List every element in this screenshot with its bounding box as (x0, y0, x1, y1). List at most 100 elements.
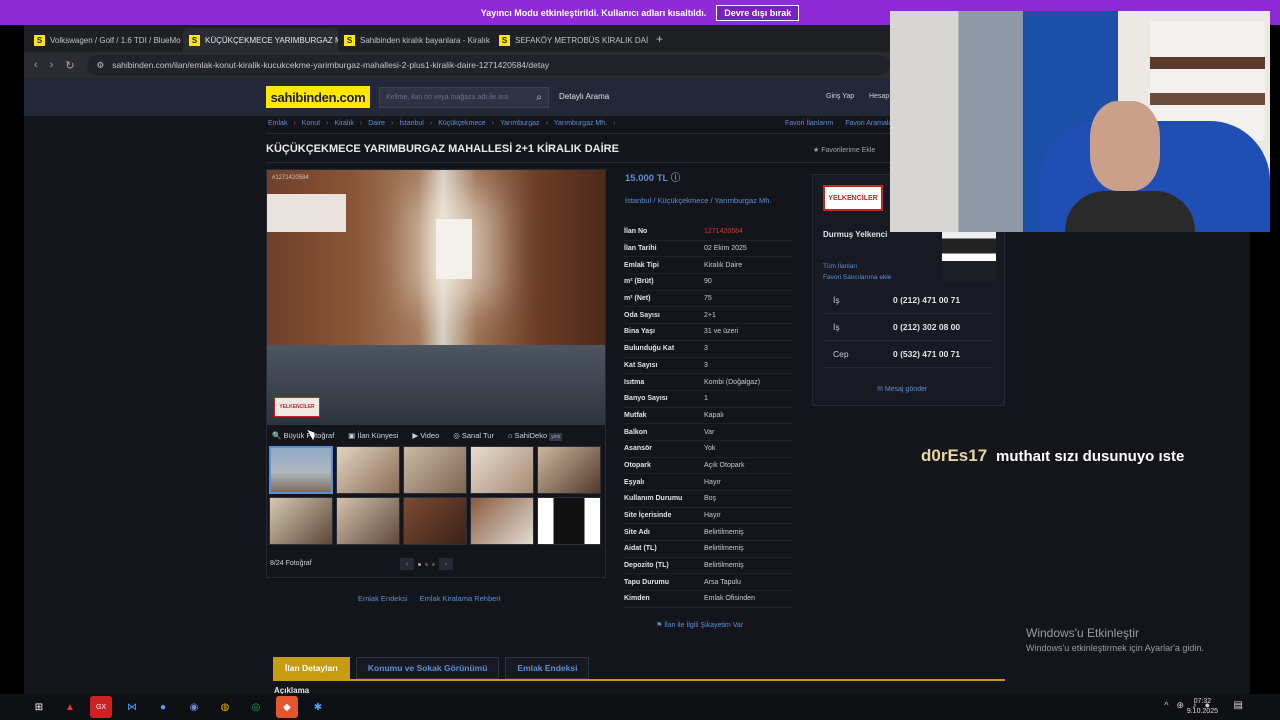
vscode-icon[interactable]: ⋈ (121, 696, 143, 718)
opera-gx-icon[interactable]: GX (90, 696, 112, 718)
discord-icon[interactable]: ◉ (183, 696, 205, 718)
photo-thumbnail[interactable] (537, 497, 601, 545)
send-message-link[interactable]: ✉ Mesaj gönder (877, 385, 927, 393)
info-icon[interactable]: ⓘ (671, 173, 681, 184)
new-tab-icon[interactable]: + (656, 32, 663, 46)
spec-row: Eşyalı Hayır (624, 474, 794, 491)
forward-icon[interactable]: › (50, 59, 54, 71)
photo-thumbnail[interactable] (403, 497, 467, 545)
page-dot[interactable] (425, 562, 428, 566)
breadcrumb-item[interactable]: Yarımburgaz (500, 120, 540, 127)
browser-tab-active[interactable]: SKÜÇÜKÇEKMECE YARIMBURGAZ M✕ (183, 28, 338, 52)
add-favorite-label: Favorilerime Ekle (821, 147, 876, 154)
favorite-searches-link[interactable]: Favori Aramalar (845, 120, 894, 127)
breadcrumb-item[interactable]: İstanbul (399, 120, 424, 127)
page-dot[interactable] (418, 562, 421, 566)
spec-value: Kapalı (704, 411, 724, 419)
login-link[interactable]: Giriş Yap (826, 93, 854, 100)
detailed-search-link[interactable]: Detaylı Arama (559, 92, 609, 101)
spec-row: m² (Net) 75 (624, 291, 794, 308)
chevron-up-icon[interactable]: ^ (1164, 700, 1168, 711)
spec-key: Site Adı (624, 528, 650, 536)
listing-info-button[interactable]: ▣ İlan Künyesi (348, 431, 398, 440)
photo-heater (266, 194, 346, 232)
browser-tab[interactable]: S Volkswagen / Golf / 1.6 TDI / BlueMo (28, 28, 183, 52)
spec-value: Emlak Ofisinden (704, 595, 755, 603)
start-icon[interactable]: ⊞ (28, 696, 50, 718)
all-ads-link[interactable]: Tüm İlanları (823, 263, 857, 270)
photo-thumbnail[interactable] (403, 446, 467, 494)
breadcrumb-item[interactable]: Küçükçekmece (438, 120, 485, 127)
site-logo[interactable]: sahibinden.com (266, 86, 370, 108)
browser-tab[interactable]: S Sahibinden kiralık bayanlara - Kiralık (338, 28, 493, 52)
back-icon[interactable]: ‹ (34, 59, 38, 71)
rental-guide-link[interactable]: Emlak Kiralama Rehberi (420, 594, 501, 603)
video-button[interactable]: ▶ Video (412, 431, 439, 440)
spec-value: Arsa Tapulu (704, 578, 741, 586)
site-info-icon[interactable]: ⚙ (97, 60, 105, 71)
photo-thumbnail[interactable] (336, 446, 400, 494)
phone-number[interactable]: 0 (532) 471 00 71 (893, 349, 960, 359)
site-search-input[interactable]: Kelime, ilan no veya mağaza adı ile ara … (379, 87, 549, 108)
big-photo-button[interactable]: 🔍 Büyük Fotoğraf (272, 431, 334, 440)
url-field[interactable]: ⚙ sahibinden.com/ilan/emlak-konut-kirali… (86, 55, 890, 75)
report-listing-link[interactable]: ⚑ İlan ile İlgili Şikayetim Var (656, 621, 743, 629)
browser-tab[interactable]: S SEFAKÖY METROBÜS KİRALIK DAİRE (493, 28, 648, 52)
listing-location[interactable]: İstanbul / Küçükçekmece / Yarımburgaz Mh… (625, 196, 795, 206)
spec-row: İlan No 1271420584 (624, 224, 794, 241)
tab-location-street-view[interactable]: Konumu ve Sokak Görünümü (355, 657, 500, 679)
prev-page-icon[interactable]: ‹ (400, 558, 414, 570)
phone-number[interactable]: 0 (212) 302 08 00 (893, 322, 960, 332)
sahideko-button[interactable]: ⌂ SahiDeko yeni (508, 431, 563, 441)
photo-thumbnail[interactable] (269, 497, 333, 545)
app-icon[interactable]: ▲ (59, 696, 81, 718)
chrome-icon[interactable]: ◍ (214, 696, 236, 718)
system-clock[interactable]: 07:32 9.10.2025 (1187, 697, 1218, 717)
page-dot[interactable] (432, 562, 435, 566)
spec-row: Tapu Durumu Arsa Tapulu (624, 574, 794, 592)
tab-real-estate-index[interactable]: Emlak Endeksi (505, 657, 590, 679)
spec-key: Kimden (624, 595, 650, 603)
agency-logo[interactable]: YELKENCİLER (823, 185, 883, 211)
url-text: sahibinden.com/ilan/emlak-konut-kiralik-… (112, 60, 550, 70)
notification-icon[interactable]: ▤ (1234, 700, 1243, 711)
breadcrumb-item[interactable]: Yarımburgaz Mh. (554, 120, 607, 127)
main-photo[interactable]: #1271420584 YELKENCİLER (266, 169, 606, 425)
breadcrumb-item[interactable]: Daire (368, 120, 385, 127)
network-app-icon[interactable]: ✱ (307, 696, 329, 718)
spec-key: Depozito (TL) (624, 562, 669, 570)
tab-underline (273, 679, 1005, 681)
spec-row: Isıtma Kombi (Doğalgaz) (624, 374, 794, 391)
photo-thumbnail[interactable] (470, 497, 534, 545)
favorite-seller-link[interactable]: Favori Satıcılarıma ekle (823, 274, 891, 281)
breadcrumb-item[interactable]: Emlak (268, 120, 287, 127)
breadcrumb-item[interactable]: Kiralık (334, 120, 353, 127)
tab-listing-details[interactable]: İlan Detayları (273, 657, 350, 679)
network-icon[interactable]: ⊕ (1177, 700, 1185, 711)
favorite-listings-link[interactable]: Favori İlanlarım (785, 120, 833, 127)
app-icon[interactable]: ● (152, 696, 174, 718)
search-placeholder: Kelime, ilan no veya mağaza adı ile ara (386, 94, 509, 101)
disable-streamer-mode-button[interactable]: Devre dışı bırak (716, 4, 800, 21)
breadcrumb-item[interactable]: Konut (302, 120, 320, 127)
search-icon[interactable]: ⌕ (536, 92, 542, 103)
spec-value: Belirtilmemiş (704, 545, 744, 553)
photo-thumbnail[interactable] (470, 446, 534, 494)
spec-row: m² (Brüt) 90 (624, 274, 794, 291)
phone-number[interactable]: 0 (212) 471 00 71 (893, 295, 960, 305)
account-link[interactable]: Hesap (869, 93, 889, 100)
brave-icon[interactable]: ◆ (276, 696, 298, 718)
phone-row: İş 0 (212) 302 08 00 (823, 314, 993, 341)
photo-thumbnail[interactable] (336, 497, 400, 545)
photo-id-tag: #1271420584 (272, 175, 309, 181)
photo-thumbnail[interactable] (537, 446, 601, 494)
real-estate-index-link[interactable]: Emlak Endeksi (358, 594, 408, 603)
next-page-icon[interactable]: › (439, 558, 453, 570)
reload-icon[interactable]: ↻ (65, 59, 74, 72)
add-favorite-button[interactable]: ★ Favorilerime Ekle (813, 146, 875, 154)
listing-title: KÜÇÜKÇEKMECE YARIMBURGAZ MAHALLESİ 2+1 K… (266, 143, 619, 155)
spotify-icon[interactable]: ◎ (245, 696, 267, 718)
photo-thumbnail[interactable] (269, 446, 333, 494)
virtual-tour-button[interactable]: ◎ Sanal Tur (453, 431, 494, 440)
spec-key: Balkon (624, 428, 648, 436)
